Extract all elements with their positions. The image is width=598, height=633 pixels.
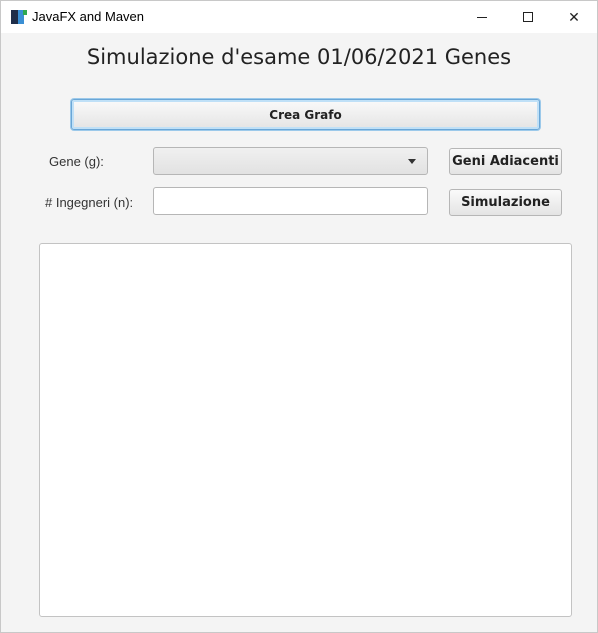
ingegneri-input[interactable] bbox=[153, 187, 428, 215]
app-window: JavaFX and Maven ✕ Simulazione d'esame 0… bbox=[0, 0, 598, 633]
minimize-button[interactable] bbox=[459, 1, 505, 33]
minimize-icon bbox=[477, 16, 487, 18]
maximize-icon bbox=[523, 12, 533, 22]
close-button[interactable]: ✕ bbox=[551, 1, 597, 33]
gene-label: Gene (g): bbox=[49, 154, 104, 169]
maximize-button[interactable] bbox=[505, 1, 551, 33]
result-textarea[interactable] bbox=[39, 243, 572, 617]
java-app-icon bbox=[11, 10, 27, 24]
close-icon: ✕ bbox=[568, 8, 580, 25]
ingegneri-label: # Ingegneri (n): bbox=[45, 195, 134, 210]
title-bar[interactable]: JavaFX and Maven ✕ bbox=[1, 1, 597, 33]
geni-adiacenti-button[interactable]: Geni Adiacenti bbox=[449, 148, 562, 175]
window-title: JavaFX and Maven bbox=[32, 9, 145, 24]
simulazione-button[interactable]: Simulazione bbox=[449, 189, 562, 216]
chevron-down-icon bbox=[408, 159, 416, 164]
crea-grafo-button[interactable]: Crea Grafo bbox=[71, 99, 540, 130]
page-title: Simulazione d'esame 01/06/2021 Genes bbox=[86, 45, 512, 69]
gene-combobox[interactable] bbox=[153, 147, 428, 175]
